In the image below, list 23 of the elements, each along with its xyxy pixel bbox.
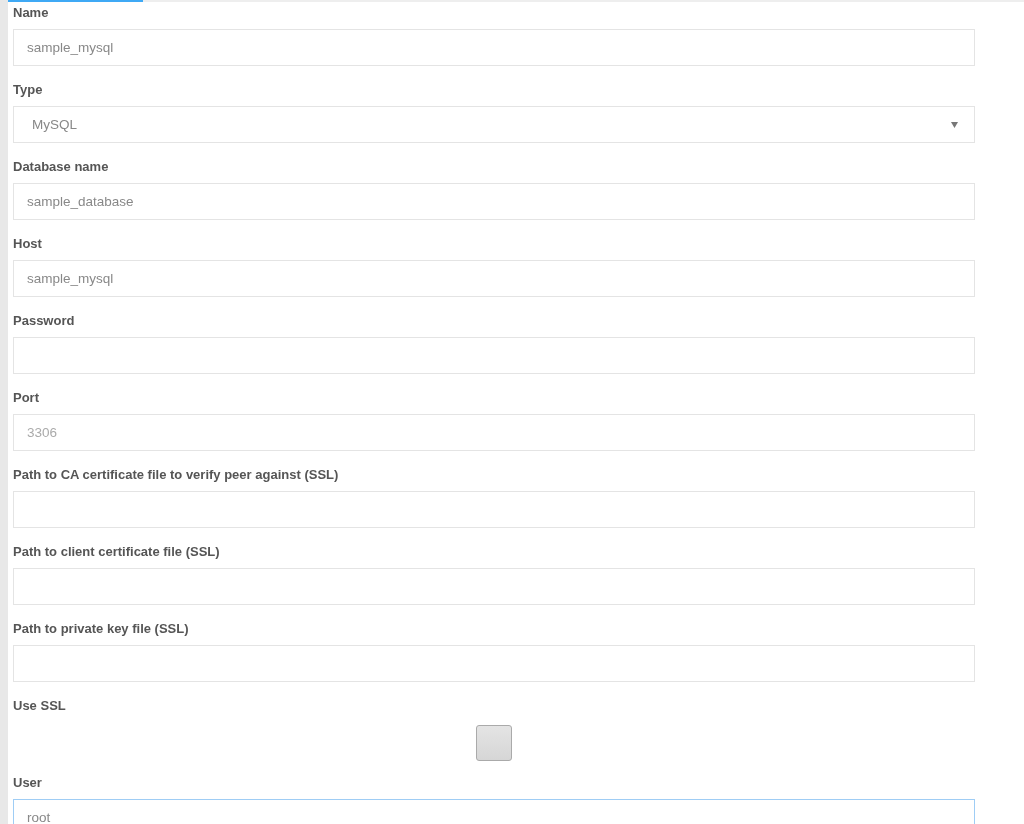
field-label: Type xyxy=(13,82,44,98)
field-label: Path to private key file (SSL) xyxy=(13,621,190,637)
input-field[interactable]: sample_database xyxy=(13,183,975,220)
field-label: Database name xyxy=(13,159,110,175)
field-label: Password xyxy=(13,313,76,329)
field-label: Name xyxy=(13,5,50,21)
field-label: Host xyxy=(13,236,43,252)
field-label: Use SSL xyxy=(13,698,67,714)
input-field[interactable] xyxy=(13,337,975,374)
input-field[interactable] xyxy=(13,645,975,682)
input-field[interactable]: root xyxy=(13,799,975,824)
input-field[interactable]: 3306 xyxy=(13,414,975,451)
checkbox[interactable] xyxy=(476,725,512,761)
input-field[interactable] xyxy=(13,568,975,605)
field-label: Path to client certificate file (SSL) xyxy=(13,544,221,560)
input-field[interactable]: sample_mysql xyxy=(13,29,975,66)
field-label: Path to CA certificate file to verify peer against (SSL) xyxy=(13,467,340,483)
type-dropdown[interactable]: MySQL xyxy=(13,106,975,143)
input-field[interactable]: sample_mysql xyxy=(13,260,975,297)
input-field[interactable] xyxy=(13,491,975,528)
caret-icon xyxy=(951,121,958,128)
field-label: Port xyxy=(13,390,40,406)
field-label: User xyxy=(13,775,43,791)
